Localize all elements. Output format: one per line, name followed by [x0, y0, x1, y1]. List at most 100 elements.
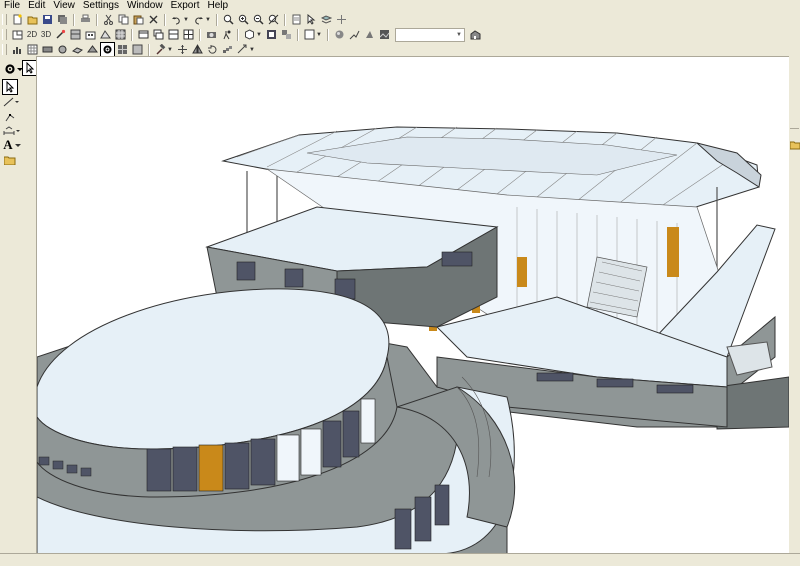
toolbar-grip[interactable] — [2, 29, 7, 40]
toolbar-grip[interactable] — [2, 14, 7, 25]
sun-position-icon[interactable] — [348, 28, 361, 41]
camera-icon[interactable] — [205, 28, 218, 41]
detail-icon[interactable] — [114, 28, 127, 41]
array-icon[interactable] — [221, 43, 234, 56]
view-2d-button[interactable]: 2D — [26, 28, 38, 41]
menu-bar: File Edit View Settings Window Export He… — [0, 0, 800, 12]
window-grid-icon[interactable] — [182, 28, 195, 41]
view-dropdown[interactable]: ▼ — [394, 27, 465, 42]
stretch-icon[interactable] — [236, 43, 249, 56]
object-3d-dropdown-icon[interactable]: ▼ — [256, 32, 262, 38]
toolbar-grip[interactable] — [2, 44, 7, 55]
menu-window[interactable]: Window — [123, 0, 167, 12]
view-toolbar: 2D 3D ▼ ▼ ▼ — [0, 27, 800, 42]
folder-icon[interactable] — [3, 153, 17, 167]
menu-export[interactable]: Export — [167, 0, 204, 12]
menu-settings[interactable]: Settings — [79, 0, 123, 12]
building-render-icon[interactable] — [469, 28, 482, 41]
elevation-icon[interactable] — [84, 28, 97, 41]
hammer-icon[interactable] — [154, 43, 167, 56]
stair — [586, 256, 648, 318]
shadow-icon[interactable] — [363, 28, 376, 41]
building-model-render[interactable] — [37, 57, 789, 554]
folder-icon[interactable] — [789, 140, 800, 153]
window-split-icon[interactable] — [167, 28, 180, 41]
view-3d-button[interactable]: 3D — [40, 28, 52, 41]
line-tool-icon[interactable] — [3, 95, 21, 109]
arrow-select-icon[interactable] — [22, 60, 38, 76]
document-icon[interactable] — [290, 13, 303, 26]
toolbar-separator — [199, 28, 201, 41]
save-icon[interactable] — [41, 13, 54, 26]
mirror-icon[interactable] — [191, 43, 204, 56]
menu-view[interactable]: View — [49, 0, 79, 12]
divider — [790, 128, 799, 129]
toolbar-separator — [283, 13, 286, 26]
perspective-icon[interactable] — [99, 28, 112, 41]
dimension-tool-icon[interactable] — [3, 124, 21, 138]
rotate-icon[interactable] — [206, 43, 219, 56]
text-tool-icon[interactable]: A — [3, 137, 21, 152]
redo-icon[interactable] — [192, 13, 205, 26]
light-icon[interactable] — [333, 28, 346, 41]
3d-viewport[interactable] — [36, 56, 789, 554]
menu-file[interactable]: File — [0, 0, 24, 12]
undo-icon[interactable] — [170, 13, 183, 26]
color-swatch-icon[interactable] — [303, 28, 316, 41]
stretch-dropdown-icon[interactable]: ▼ — [249, 47, 255, 53]
crosshair-icon[interactable] — [335, 13, 348, 26]
layers-icon[interactable] — [320, 13, 333, 26]
move-icon[interactable] — [176, 43, 189, 56]
delete-icon[interactable] — [147, 13, 160, 26]
render-icon[interactable] — [54, 28, 67, 41]
window-tile-icon[interactable] — [137, 28, 150, 41]
zoom-icon[interactable] — [222, 13, 235, 26]
standard-toolbar: ▼ ▼ — [0, 12, 800, 27]
zoom-out-icon[interactable] — [252, 13, 265, 26]
toolbar-separator — [131, 28, 133, 41]
window-cascade-icon[interactable] — [152, 28, 165, 41]
roof-tool-icon[interactable] — [86, 43, 99, 56]
scene-icon[interactable] — [378, 28, 391, 41]
grid-icon[interactable] — [26, 43, 39, 56]
zoom-in-icon[interactable] — [237, 13, 250, 26]
copy-icon[interactable] — [117, 13, 130, 26]
status-bar — [0, 553, 800, 566]
mesh-icon[interactable] — [116, 43, 129, 56]
fill-icon[interactable] — [131, 43, 144, 56]
edit-toolbar: ▼ ▼ — [0, 42, 800, 57]
toolbar-separator — [215, 13, 218, 26]
print-icon[interactable] — [79, 13, 92, 26]
paste-icon[interactable] — [132, 13, 145, 26]
toolbar-separator — [326, 28, 329, 41]
walkthrough-icon[interactable] — [220, 28, 233, 41]
open-folder-icon[interactable] — [26, 13, 39, 26]
slab-tool-icon[interactable] — [71, 43, 84, 56]
toolbar-separator — [164, 13, 166, 26]
save-all-icon[interactable] — [56, 13, 69, 26]
node-edit-icon[interactable] — [3, 110, 17, 124]
select-tool-icon[interactable] — [2, 79, 18, 95]
floor-plan-icon[interactable] — [11, 28, 24, 41]
text-tool-glyph: A — [3, 137, 13, 152]
redo-dropdown-icon[interactable]: ▼ — [205, 17, 211, 23]
bar-chart-icon[interactable] — [11, 43, 24, 56]
wall-tool-icon[interactable] — [41, 43, 54, 56]
section-icon[interactable] — [69, 28, 82, 41]
hammer-dropdown-icon[interactable]: ▼ — [167, 47, 173, 53]
material-icon[interactable] — [265, 28, 278, 41]
menu-help[interactable]: Help — [203, 0, 232, 12]
toolbar-separator — [96, 13, 98, 26]
menu-edit[interactable]: Edit — [24, 0, 49, 12]
texture-icon[interactable] — [280, 28, 293, 41]
settings-gear-icon[interactable] — [100, 42, 115, 57]
undo-dropdown-icon[interactable]: ▼ — [183, 17, 189, 23]
pointer-tool-icon[interactable] — [305, 13, 318, 26]
cut-icon[interactable] — [102, 13, 115, 26]
toolbox-panel: A — [0, 58, 38, 558]
object-3d-icon[interactable] — [243, 28, 256, 41]
zoom-fit-icon[interactable] — [267, 13, 280, 26]
color-dropdown-icon[interactable]: ▼ — [316, 32, 322, 38]
new-file-icon[interactable] — [11, 13, 24, 26]
column-tool-icon[interactable] — [56, 43, 69, 56]
